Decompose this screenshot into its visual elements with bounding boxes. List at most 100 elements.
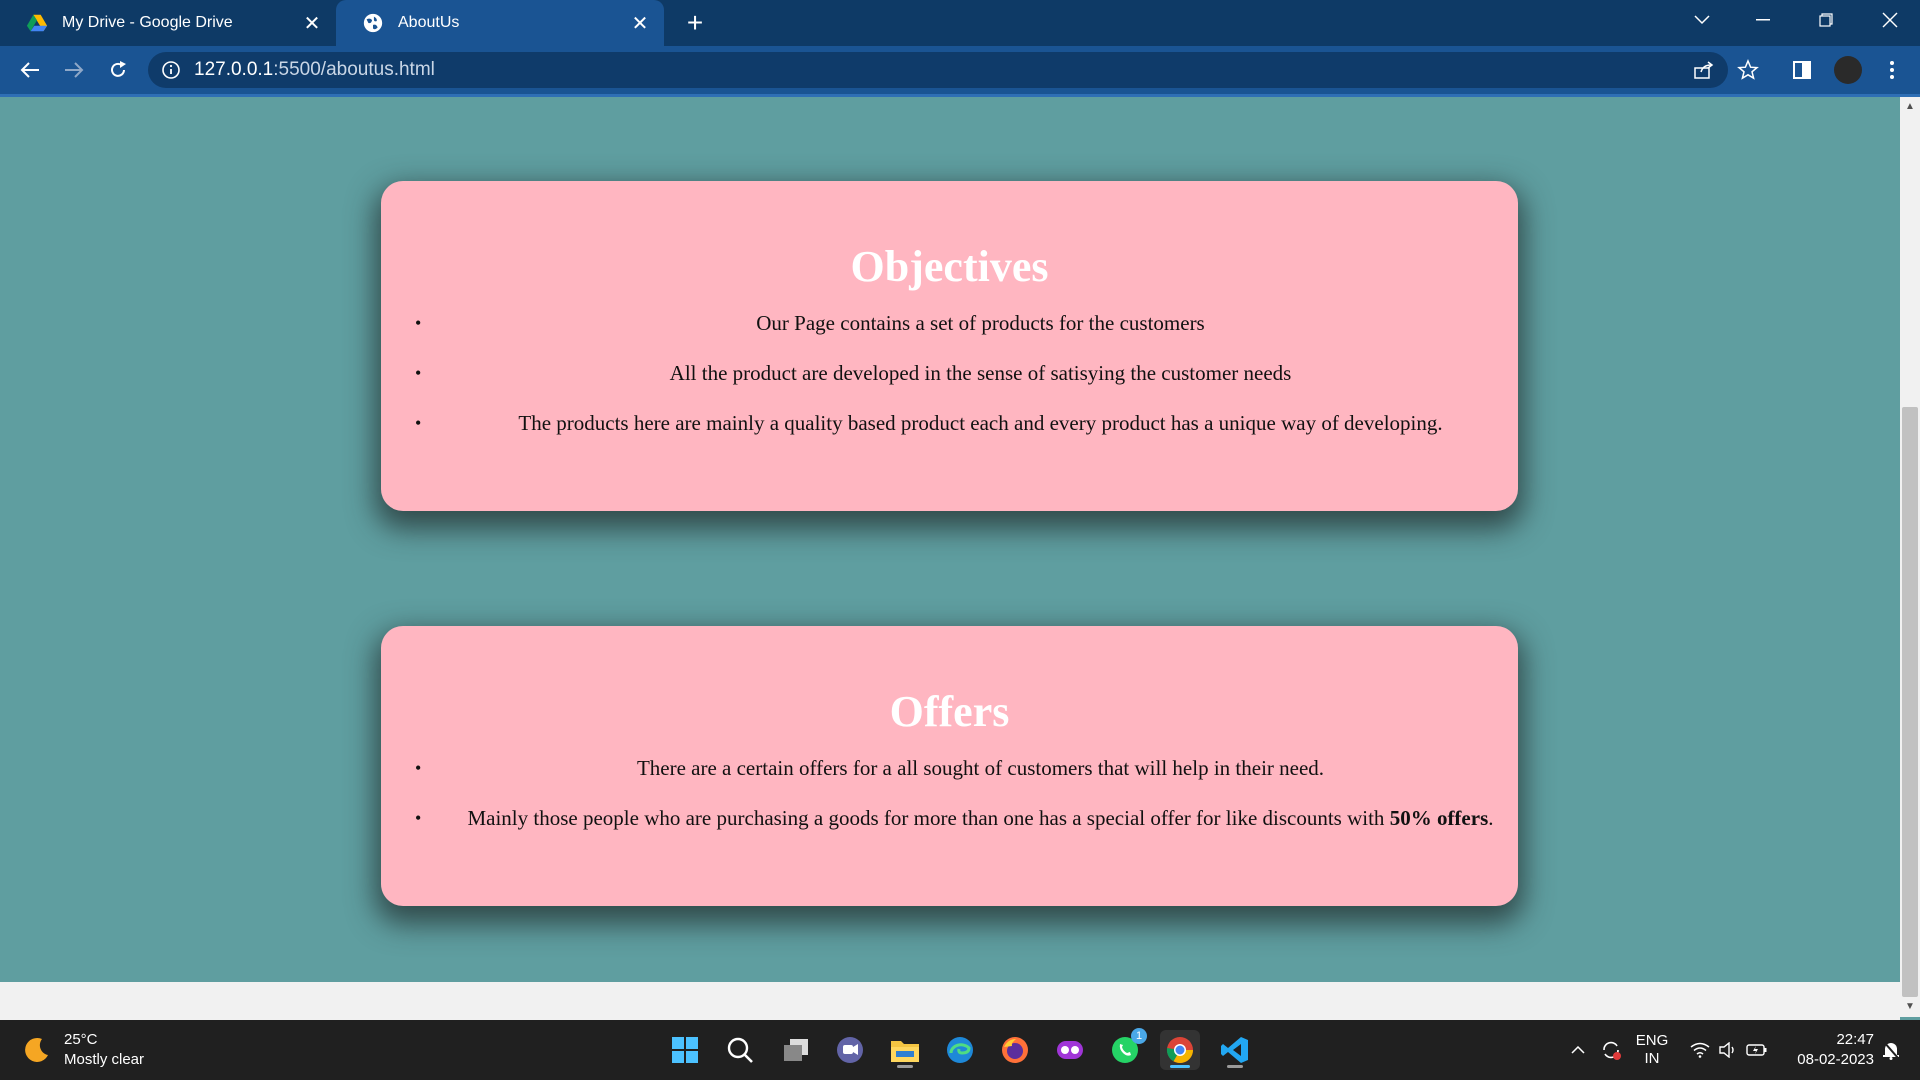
tab-search-button[interactable] [1672, 0, 1732, 40]
notifications-button[interactable] [1876, 1020, 1906, 1080]
taskbar: 25°C Mostly clear 1 ENG IN 22:47 08-02-2… [0, 1020, 1920, 1080]
share-button[interactable] [1688, 54, 1720, 86]
vertical-scrollbar[interactable]: ▲ ▼ [1900, 97, 1920, 1017]
restore-button[interactable] [1796, 0, 1856, 40]
list-item: • The products here are mainly a quality … [381, 398, 1518, 448]
tab-title: AboutUs [398, 14, 460, 31]
minimize-button[interactable] [1733, 0, 1793, 40]
scroll-thumb[interactable] [1902, 407, 1918, 997]
tab-google-drive[interactable]: My Drive - Google Drive ✕ [0, 0, 336, 46]
start-button[interactable] [665, 1030, 705, 1070]
scroll-up-arrow-icon[interactable]: ▲ [1904, 101, 1916, 113]
file-explorer-button[interactable] [885, 1030, 925, 1070]
vscode-button[interactable] [1215, 1030, 1255, 1070]
whatsapp-button[interactable]: 1 [1105, 1028, 1147, 1070]
language-indicator[interactable]: ENG IN [1630, 1020, 1674, 1080]
side-panel-icon [1793, 61, 1811, 79]
weather-temperature: 25°C [64, 1031, 98, 1048]
volume-icon [1719, 1042, 1734, 1058]
mask-icon [1057, 1041, 1083, 1059]
objectives-card: Objectives • Our Page contains a set of p… [381, 181, 1518, 511]
task-view-button[interactable] [776, 1030, 816, 1070]
show-hidden-icons-button[interactable] [1566, 1020, 1590, 1080]
teams-chat-button[interactable] [830, 1030, 870, 1070]
list-item-text: The products here are mainly a quality b… [518, 411, 1443, 435]
search-icon [727, 1037, 753, 1063]
url-host: 127.0.0.1 [194, 59, 274, 80]
vscode-icon [1221, 1037, 1248, 1063]
forward-button[interactable] [58, 54, 90, 86]
offers-list: • There are a certain offers for a all so… [381, 743, 1518, 843]
bell-icon [1883, 1041, 1899, 1060]
wifi-icon [1690, 1042, 1710, 1058]
star-icon [1737, 59, 1759, 80]
page-viewport: Objectives • Our Page contains a set of p… [0, 97, 1900, 982]
globe-icon [363, 13, 383, 33]
info-icon[interactable] [160, 59, 182, 81]
offers-heading: Offers [889, 687, 1010, 736]
firefox-button[interactable] [995, 1030, 1035, 1070]
restore-icon [1819, 13, 1833, 27]
close-icon[interactable]: ✕ [630, 13, 650, 35]
address-bar[interactable]: 127.0.0.1:5500/aboutus.html [148, 52, 1728, 88]
notification-badge: 1 [1131, 1028, 1147, 1044]
clock[interactable]: 22:47 08-02-2023 [1780, 1020, 1874, 1080]
offers-card: Offers • There are a certain offers for a… [381, 626, 1518, 906]
language-region: IN [1644, 1050, 1660, 1067]
clock-time: 22:47 [1836, 1031, 1874, 1048]
firefox-icon [1002, 1037, 1028, 1063]
list-item-text: All the product are developed in the sen… [669, 361, 1292, 385]
objectives-heading: Objectives [850, 242, 1049, 291]
folder-icon [891, 1041, 919, 1062]
chrome-icon [1166, 1037, 1194, 1064]
list-item: • All the product are developed in the se… [381, 348, 1518, 398]
close-window-button[interactable] [1860, 0, 1920, 40]
weather-widget[interactable]: 25°C Mostly clear [22, 1030, 144, 1070]
close-icon[interactable]: ✕ [302, 13, 322, 35]
scroll-down-arrow-icon[interactable]: ▼ [1904, 1001, 1916, 1013]
bookmark-button[interactable] [1732, 54, 1764, 86]
list-item: • Our Page contains a set of products for… [381, 298, 1518, 348]
google-drive-icon [26, 14, 48, 32]
bullet: • [415, 363, 422, 383]
close-icon [1882, 12, 1898, 28]
list-item: • There are a certain offers for a all so… [381, 743, 1518, 793]
list-item-text: Mainly those people who are purchasing a… [405, 793, 1493, 843]
quick-settings-button[interactable] [1684, 1020, 1774, 1080]
edge-button[interactable] [940, 1030, 980, 1070]
sync-status-button[interactable] [1596, 1020, 1626, 1080]
search-button[interactable] [720, 1030, 760, 1070]
running-indicator [1227, 1065, 1243, 1068]
reload-button[interactable] [102, 54, 134, 86]
side-panel-button[interactable] [1786, 54, 1818, 86]
language-code: ENG [1635, 1032, 1669, 1049]
sync-icon [1603, 1041, 1621, 1060]
chevron-up-icon [1571, 1046, 1585, 1054]
offer-trailing: . [1488, 806, 1494, 830]
running-indicator [897, 1065, 913, 1068]
offer-highlight: 50% offers [1389, 806, 1489, 830]
bullet: • [415, 413, 422, 433]
offer-text: Mainly those people who are purchasing a… [467, 806, 1390, 830]
bullet: • [415, 758, 422, 778]
tab-aboutus[interactable]: AboutUs ✕ [336, 0, 664, 46]
game-app-button[interactable] [1050, 1030, 1090, 1070]
reload-icon [111, 61, 126, 77]
bullet: • [415, 313, 422, 333]
url-text: 127.0.0.1:5500/aboutus.html [194, 59, 435, 81]
list-item-text: Our Page contains a set of products for … [756, 311, 1205, 335]
profile-button[interactable] [1832, 54, 1864, 86]
more-vertical-icon [1890, 61, 1894, 79]
chevron-down-icon [1694, 15, 1710, 25]
avatar [1834, 56, 1862, 84]
menu-button[interactable] [1876, 54, 1908, 86]
new-tab-button[interactable]: + [680, 8, 710, 38]
back-button[interactable] [14, 54, 46, 86]
minimize-icon [1756, 19, 1770, 21]
chat-icon [837, 1037, 863, 1063]
page-footer-strip [0, 982, 1900, 1020]
moon-icon [25, 1037, 48, 1062]
chrome-button[interactable] [1160, 1030, 1200, 1070]
objectives-list: • Our Page contains a set of products for… [381, 298, 1518, 448]
bullet: • [415, 808, 422, 828]
